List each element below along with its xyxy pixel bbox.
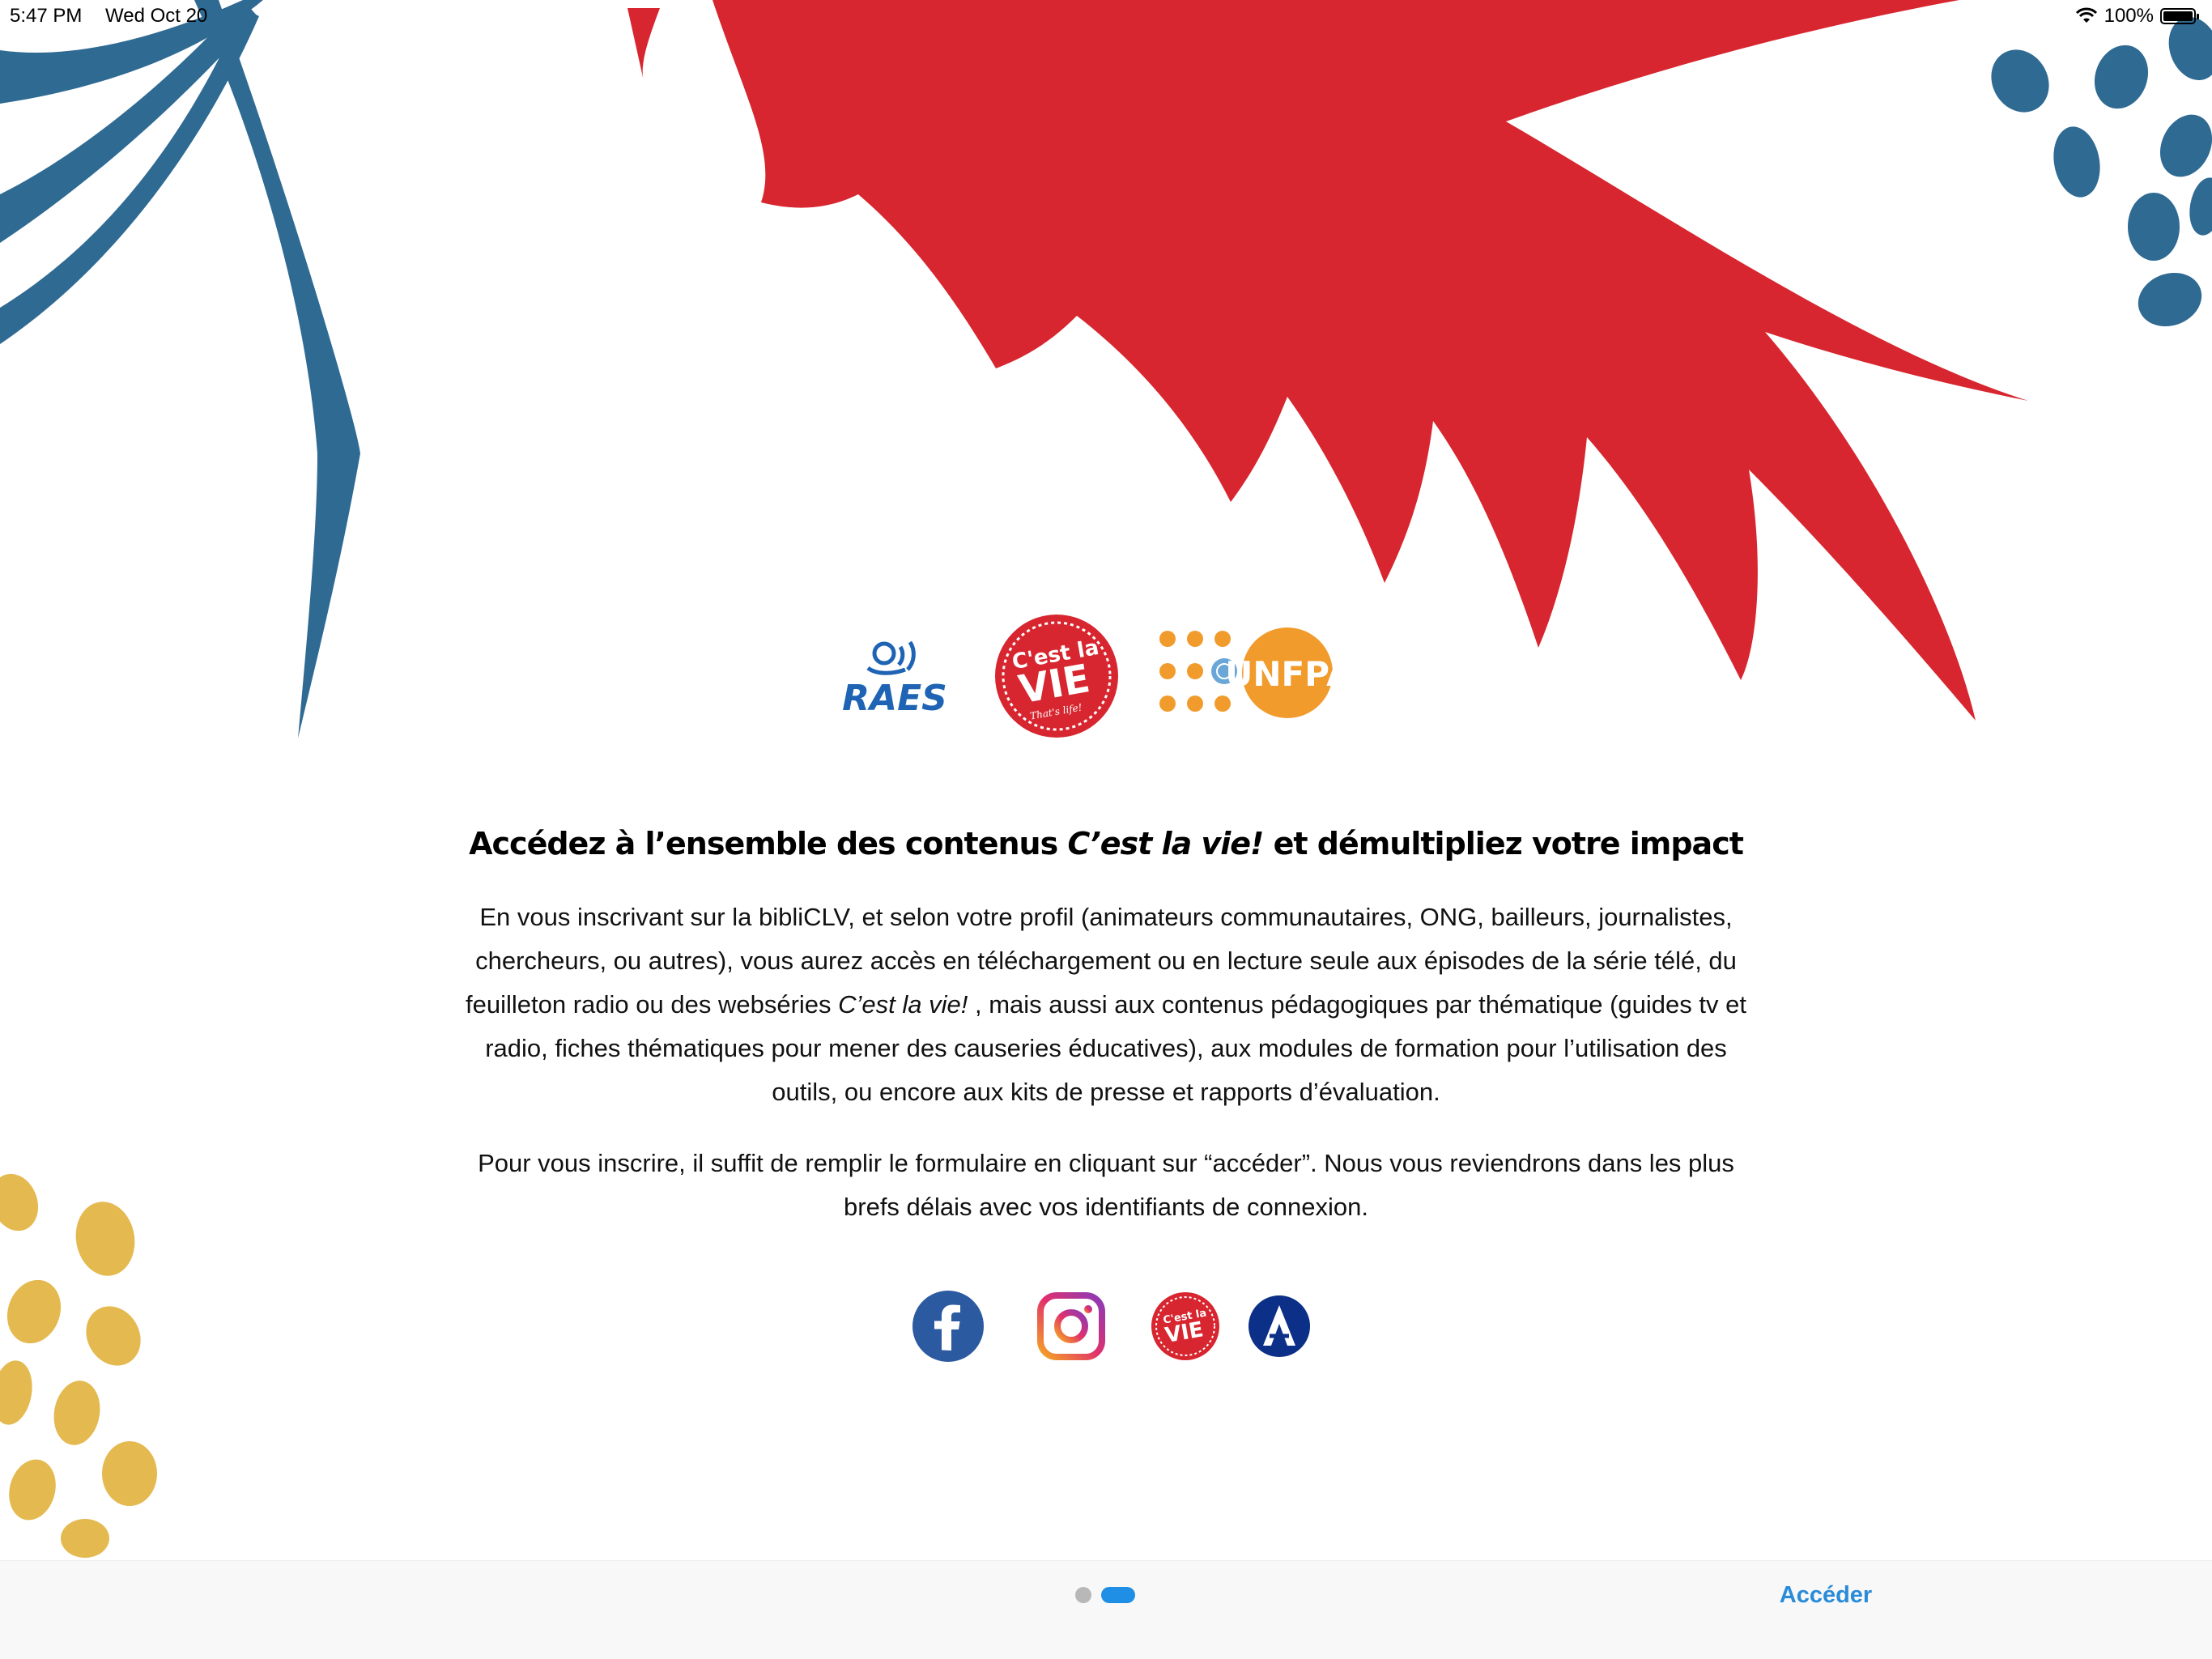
battery-level: [2163, 11, 2193, 21]
instagram-icon[interactable]: [1036, 1291, 1106, 1361]
headline-brand: C’est la vie!: [1067, 826, 1264, 861]
description-brand: C’est la vie!: [838, 990, 968, 1019]
raes-logo: RAES: [842, 640, 947, 719]
description-paragraph: En vous inscrivant sur la bibliCLV, et s…: [453, 895, 1759, 1114]
blue-dots-top-right: [1991, 17, 2212, 327]
headline-prefix: Accédez à l’ensemble des contenus: [469, 826, 1068, 861]
battery-icon: [2160, 8, 2199, 24]
partner-logos: RAES C'est la VIE That's life! UNFPA: [834, 611, 1360, 741]
yellow-dots-bottom-left: [0, 1173, 157, 1558]
cest-la-vie-icon[interactable]: C'est la VIE: [1150, 1291, 1221, 1362]
headline-suffix: et démultipliez votre impact: [1263, 826, 1744, 861]
status-bar: 5:47 PM Wed Oct 20 100%: [0, 0, 2212, 32]
cest-la-vie-logo: C'est la VIE That's life!: [995, 615, 1118, 738]
wifi-icon: [2075, 7, 2097, 23]
status-date: Wed Oct 20: [105, 5, 208, 27]
page-dot-1[interactable]: [1075, 1587, 1091, 1603]
blue-palm-leaf: [0, 0, 360, 738]
bottom-bar: Accéder: [0, 1560, 2212, 1659]
a-brand-icon[interactable]: [1247, 1294, 1312, 1359]
social-links: C'est la VIE: [911, 1289, 1316, 1362]
battery-percent: 100%: [2104, 5, 2154, 27]
status-time: 5:47 PM: [10, 5, 83, 27]
raes-logo-text: RAES: [842, 678, 947, 719]
headline: Accédez à l’ensemble des contenus C’est …: [453, 826, 1759, 861]
facebook-icon[interactable]: [911, 1289, 985, 1363]
unfpa-logo-text: UNFPA: [1225, 654, 1353, 694]
page-dot-2-active[interactable]: [1101, 1587, 1135, 1603]
signup-paragraph: Pour vous inscrire, il suffit de remplir…: [478, 1149, 1734, 1221]
unfpa-logo: UNFPA: [1159, 627, 1353, 718]
main-content: Accédez à l’ensemble des contenus C’est …: [453, 826, 1759, 1257]
acceder-button[interactable]: Accéder: [1765, 1582, 1887, 1609]
status-right: 100%: [2075, 5, 2199, 28]
